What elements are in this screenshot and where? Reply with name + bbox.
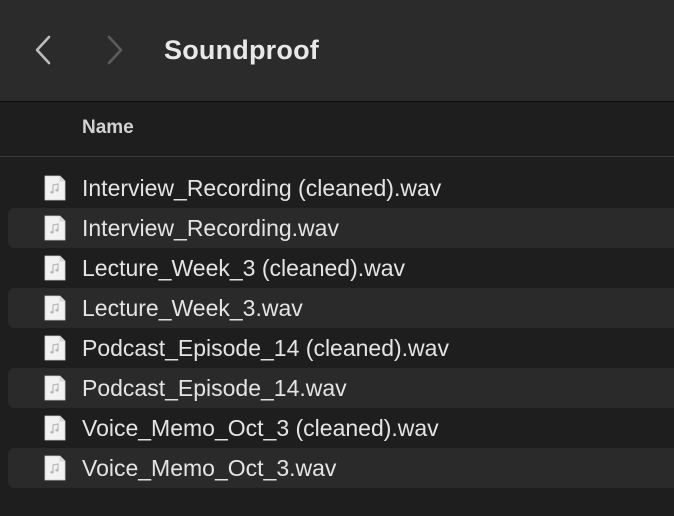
audio-file-icon [42,295,68,321]
name-column-header[interactable]: Name [82,117,134,139]
file-name-label: Voice_Memo_Oct_3 (cleaned).wav [82,415,439,441]
audio-file-icon [42,375,68,401]
list-column-header: Name [0,103,674,157]
toolbar: Soundproof [0,0,674,102]
file-row[interactable]: Lecture_Week_3 (cleaned).wav [8,248,674,288]
file-name-label: Lecture_Week_3.wav [82,295,303,321]
audio-file-icon [42,415,68,441]
file-name-label: Podcast_Episode_14 (cleaned).wav [82,335,449,361]
file-name-label: Interview_Recording (cleaned).wav [82,175,442,201]
file-name-label: Lecture_Week_3 (cleaned).wav [82,255,406,281]
file-row[interactable]: Lecture_Week_3.wav [8,288,674,328]
file-list: Interview_Recording (cleaned).wav Intervi… [0,168,674,488]
audio-file-icon [42,175,68,201]
audio-file-icon [42,255,68,281]
audio-file-icon [42,335,68,361]
file-row[interactable]: Podcast_Episode_14.wav [8,368,674,408]
audio-file-icon [42,455,68,481]
forward-button[interactable] [100,28,130,72]
file-name-label: Voice_Memo_Oct_3.wav [82,455,337,481]
file-row[interactable]: Podcast_Episode_14 (cleaned).wav [8,328,674,368]
audio-file-icon [42,215,68,241]
finder-window: Soundproof Name Interview_Recording (cle… [0,0,674,516]
window-title: Soundproof [164,35,319,65]
back-button[interactable] [28,28,58,72]
file-row[interactable]: Voice_Memo_Oct_3.wav [8,448,674,488]
chevron-left-icon [35,35,51,65]
file-row[interactable]: Voice_Memo_Oct_3 (cleaned).wav [8,408,674,448]
file-row[interactable]: Interview_Recording (cleaned).wav [8,168,674,208]
file-name-label: Podcast_Episode_14.wav [82,375,347,401]
file-row[interactable]: Interview_Recording.wav [8,208,674,248]
chevron-right-icon [107,35,123,65]
file-name-label: Interview_Recording.wav [82,215,339,241]
